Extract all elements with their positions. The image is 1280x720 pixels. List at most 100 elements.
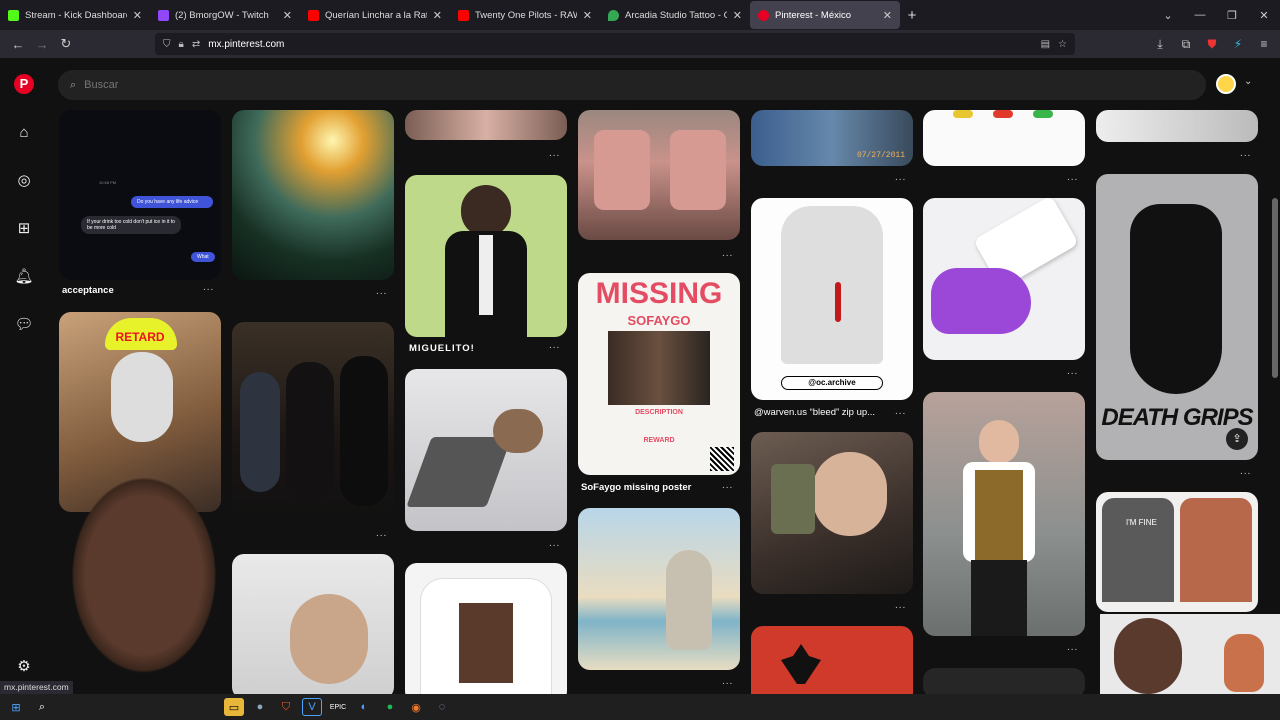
- chevron-down-icon[interactable]: ⌄: [1244, 76, 1252, 87]
- pin-photo-date[interactable]: 07/27/2011: [751, 110, 913, 166]
- home-icon[interactable]: ⌂: [14, 122, 34, 142]
- reader-view-icon[interactable]: ▤: [1041, 39, 1050, 50]
- missing-reward: REWARD: [643, 437, 675, 444]
- close-icon[interactable]: ✕: [583, 9, 592, 22]
- webcam-overlay-small: [1100, 614, 1280, 694]
- toolbar-right: ⤓ ⧉ ⛊ ⚡ ≡: [1150, 30, 1274, 58]
- pin-candies[interactable]: [923, 110, 1085, 166]
- photo-date-stamp: 07/27/2011: [856, 151, 905, 160]
- settings-gear-icon[interactable]: ⚙: [14, 656, 34, 676]
- epic-games-icon[interactable]: EPIC: [328, 698, 348, 716]
- webcam-overlay-large: [38, 430, 250, 694]
- notifications-bell-icon[interactable]: 🔔︎: [14, 266, 34, 286]
- pin-missing-poster[interactable]: MISSING SOFAYGO DESCRIPTION REWARD: [578, 273, 740, 475]
- vscode-icon[interactable]: V: [302, 698, 322, 716]
- pin-monkey-laptop[interactable]: [405, 369, 567, 531]
- tab-pinterest[interactable]: Pinterest - México ✕: [750, 1, 900, 29]
- translate-icon[interactable]: ⚡: [1228, 37, 1248, 51]
- search-bar[interactable]: ⌕: [58, 70, 1206, 100]
- pin-more-icon[interactable]: ...: [549, 340, 560, 351]
- pin-white-top[interactable]: [1096, 110, 1258, 142]
- pin-buddha-beach[interactable]: [578, 508, 740, 670]
- forward-icon[interactable]: →: [30, 37, 54, 52]
- pin-party-photo[interactable]: [232, 322, 394, 520]
- pin-dark-partial[interactable]: [923, 668, 1085, 694]
- app-icon[interactable]: ◌: [432, 698, 452, 716]
- download-icon[interactable]: ⤓: [1150, 37, 1170, 52]
- pin-money-guy[interactable]: [751, 432, 913, 594]
- pin-styrofoam-cup[interactable]: [923, 198, 1085, 360]
- pin-more-icon[interactable]: ...: [1067, 172, 1078, 183]
- avatar[interactable]: [1216, 74, 1236, 94]
- share-icon[interactable]: ⇪: [1226, 428, 1248, 450]
- close-window-icon[interactable]: ✕: [1248, 9, 1280, 22]
- pin-more-icon[interactable]: ...: [1240, 148, 1251, 159]
- pin-fluffy-dog[interactable]: [232, 554, 394, 694]
- tab-kick[interactable]: Stream - Kick Dashboard ✕: [0, 1, 150, 29]
- pin-more-icon[interactable]: ...: [895, 406, 906, 417]
- messages-icon[interactable]: 💬︎: [14, 314, 34, 334]
- search-input[interactable]: [84, 79, 1096, 91]
- pin-shirts[interactable]: I'M FINE: [1096, 492, 1258, 612]
- file-explorer-icon[interactable]: ▭: [224, 698, 244, 716]
- spotify-icon[interactable]: ●: [380, 698, 400, 716]
- create-icon[interactable]: ⊞: [14, 218, 34, 238]
- blender-icon[interactable]: ◉: [406, 698, 426, 716]
- close-icon[interactable]: ✕: [733, 9, 742, 22]
- tab-youtube-1[interactable]: Querían Linchar a la Rata....| Ch✕: [300, 1, 450, 29]
- tab-google-maps[interactable]: Arcadia Studio Tattoo - Google✕: [600, 1, 750, 29]
- close-icon[interactable]: ✕: [433, 9, 442, 22]
- pin-more-icon[interactable]: ...: [376, 528, 387, 539]
- close-icon[interactable]: ✕: [283, 9, 292, 22]
- ublock-icon[interactable]: ⛊: [1202, 37, 1222, 52]
- pinterest-logo-icon[interactable]: P: [14, 74, 34, 94]
- pin-hoodie[interactable]: @oc.archive: [751, 198, 913, 400]
- url-bar[interactable]: ⛉ 🔒︎ ⇄ mx.pinterest.com ▤ ☆: [155, 33, 1075, 55]
- pin-more-icon[interactable]: ...: [1240, 466, 1251, 477]
- pin-more-icon[interactable]: ...: [895, 172, 906, 183]
- bookmark-star-icon[interactable]: ☆: [1058, 39, 1067, 50]
- shield-icon[interactable]: ⛉: [163, 39, 171, 50]
- brave-icon[interactable]: ⛉: [276, 698, 296, 716]
- page-scrollbar[interactable]: [1272, 198, 1278, 378]
- nintendo-icon[interactable]: ◐: [354, 698, 374, 716]
- restore-icon[interactable]: ❐: [1216, 9, 1248, 22]
- close-icon[interactable]: ✕: [133, 9, 142, 22]
- pin-more-icon[interactable]: ...: [895, 600, 906, 611]
- back-icon[interactable]: ←: [6, 37, 30, 52]
- pin-batman[interactable]: [751, 626, 913, 694]
- pin-phone-chat[interactable]: 10:58 PM Do you have any life advice If …: [59, 110, 221, 280]
- steam-icon[interactable]: ●: [250, 698, 270, 716]
- pin-more-icon[interactable]: ...: [722, 248, 733, 259]
- pin-more-icon[interactable]: ...: [376, 286, 387, 297]
- pin-fractal-landscape[interactable]: [232, 110, 394, 280]
- menu-icon[interactable]: ≡: [1254, 37, 1274, 51]
- pin-neck-photo[interactable]: [405, 110, 567, 140]
- pin-death-grips[interactable]: DEATH GRIPS ⇪: [1096, 174, 1258, 460]
- pin-tattoo-hands[interactable]: [578, 110, 740, 240]
- pin-more-icon[interactable]: ...: [1067, 366, 1078, 377]
- tab-youtube-2[interactable]: Twenty One Pilots - RAWFEAR (✕: [450, 1, 600, 29]
- tab-list-icon[interactable]: ⌄: [1152, 9, 1184, 22]
- explore-icon[interactable]: ◎: [14, 170, 34, 190]
- reload-icon[interactable]: ↻: [54, 36, 78, 52]
- pin-boy-suit[interactable]: [405, 175, 567, 337]
- pin-more-icon[interactable]: ...: [549, 538, 560, 549]
- close-icon[interactable]: ✕: [883, 9, 892, 22]
- hoodie-tag: @oc.archive: [781, 376, 883, 390]
- windows-start-icon[interactable]: ⊞: [6, 698, 26, 716]
- permissions-icon[interactable]: ⇄: [192, 39, 200, 50]
- pin-more-icon[interactable]: ...: [1067, 642, 1078, 653]
- pin-tshirt[interactable]: [405, 563, 567, 694]
- lock-icon[interactable]: 🔒︎: [179, 39, 184, 50]
- new-tab-button[interactable]: +: [900, 7, 924, 24]
- search-icon[interactable]: ⌕: [32, 698, 52, 716]
- extensions-icon[interactable]: ⧉: [1176, 37, 1196, 52]
- pin-more-icon[interactable]: ...: [722, 480, 733, 491]
- pin-vest-guy[interactable]: [923, 392, 1085, 636]
- pin-more-icon[interactable]: ...: [549, 148, 560, 159]
- minimize-icon[interactable]: —: [1184, 9, 1216, 21]
- tab-twitch[interactable]: (2) BmorgOW - Twitch ✕: [150, 1, 300, 29]
- pin-more-icon[interactable]: ...: [203, 282, 214, 293]
- pin-more-icon[interactable]: ...: [722, 676, 733, 687]
